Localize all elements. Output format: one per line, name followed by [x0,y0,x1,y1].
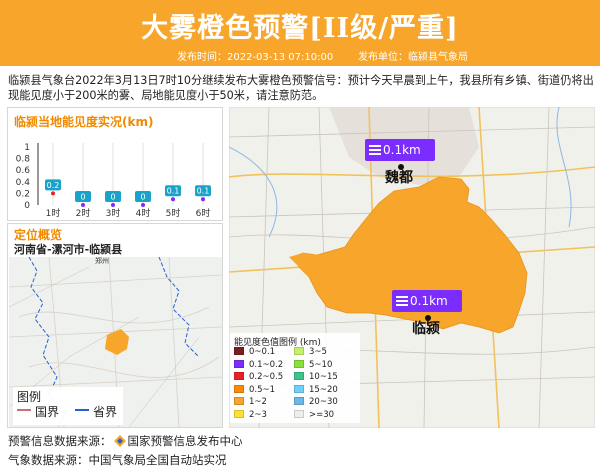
city-name-linying: 临颍 [412,321,440,337]
legend-swatch [234,347,244,355]
data-label: 0.1 [197,187,210,196]
data-label: 0 [110,193,115,202]
legend-label: 1~2 [249,397,267,407]
x-tick-label: 6时 [196,207,211,219]
legend-swatch [234,372,244,380]
legend-item: 1~2 [234,397,267,408]
data-point [141,203,145,207]
overview-legend: 图例 国界 省界 [13,387,123,425]
x-tick-label: 5时 [166,207,181,219]
data-label: 0 [140,193,145,202]
legend-item: 3~5 [294,347,327,358]
legend-swatch [294,372,304,380]
data-label: 0 [80,193,85,202]
location-path: 河南省-漯河市-临颍县 [14,243,123,256]
weather-source: 气象数据来源：中国气象局全国自动站实况 [8,453,227,467]
publish-time: 发布时间：2022-03-13 07:10:00 [177,52,334,63]
x-tick-label: 1时 [46,207,61,219]
legend-item: 15~20 [294,384,338,396]
legend-label: 0.2~0.5 [249,372,284,382]
legend-swatch [294,347,304,355]
y-tick-label: 0.4 [16,178,31,188]
legend-item: 5~10 [294,359,333,371]
data-label: 0.1 [167,187,180,196]
data-label: 0.2 [47,181,60,190]
x-tick-label: 2时 [76,207,91,219]
overview-legend-item: 国界 [35,405,60,419]
y-tick-label: 1 [24,143,30,153]
y-tick-label: 0.2 [16,189,30,199]
visibility-chart: 10.80.60.40.200.21时02时03时04时0.15时0.16时 [16,143,211,219]
legend-swatch [234,397,244,405]
legend-item: 0.5~1 [234,384,276,396]
x-tick-label: 3时 [106,207,121,219]
legend-label: 15~20 [309,384,338,395]
legend-label: 0.1~0.2 [249,359,284,370]
city-name-weidu: 魏都 [385,170,413,186]
legend-item: >=30 [294,409,335,421]
legend-swatch [234,384,244,393]
y-tick-label: 0.8 [16,155,31,165]
legend-swatch [294,409,304,418]
border-swatch [17,409,31,411]
legend-swatch [234,409,244,418]
visibility-legend: 能见度色值图例 (km) 0~0.1 0.1~0.2 0.2~0.5 0.5~1 1~2… [230,333,360,423]
data-point [111,203,115,207]
visibility-label-weidu[interactable]: 0.1km [365,139,435,161]
y-tick-label: 0.6 [16,166,31,176]
x-tick-label: 4时 [136,207,151,219]
legend-swatch [234,359,244,368]
legend-label: 2~3 [249,409,267,420]
overview-city-label: 郑州 [95,257,109,265]
data-point [171,197,175,202]
data-point [81,203,85,207]
warning-description: 临颍县气象台2022年3月13日7时10分继续发布大雾橙色预警信号：预计今天早晨… [8,74,594,102]
legend-label: 20~30 [309,397,338,407]
legend-item: 0.1~0.2 [234,359,284,371]
legend-label: >=30 [309,409,335,420]
legend-label: 0~0.1 [249,347,276,357]
legend-item: 10~15 [294,372,338,383]
publisher: 发布单位：临颍县气象局 [358,52,468,63]
legend-item: 2~3 [234,409,267,421]
legend-item: 0~0.1 [234,347,275,358]
legend-swatch [294,359,304,368]
legend-label: 3~5 [309,347,327,357]
legend-label: 0.5~1 [249,384,276,395]
warning-source: 预警信息数据来源： 国家预警信息发布中心 [8,434,243,450]
legend-swatch [294,384,304,393]
fog-icon [396,296,408,306]
data-point [201,197,205,202]
legend-swatch [294,397,304,405]
province-swatch [75,409,89,411]
legend-item: 20~30 [294,397,338,408]
fog-icon [369,145,381,155]
page-title: 大雾橙色预警[II级/严重] [141,13,459,44]
data-point [51,191,55,196]
visibility-panel: 临颍当地能见度实况(km) 1 0.8 0.6 0.4 0.2 0 0.2 1时 0 2时 0 3时 0… [7,107,223,221]
visibility-label-linying[interactable]: 0.1km [392,290,462,312]
legend-item: 0.2~0.5 [234,372,283,383]
y-tick-label: 0 [24,201,30,211]
publish-center-logo-icon [113,435,126,450]
legend-label: 10~15 [309,372,338,382]
legend-label: 5~10 [309,359,333,370]
overview-legend-item: 省界 [93,405,118,419]
